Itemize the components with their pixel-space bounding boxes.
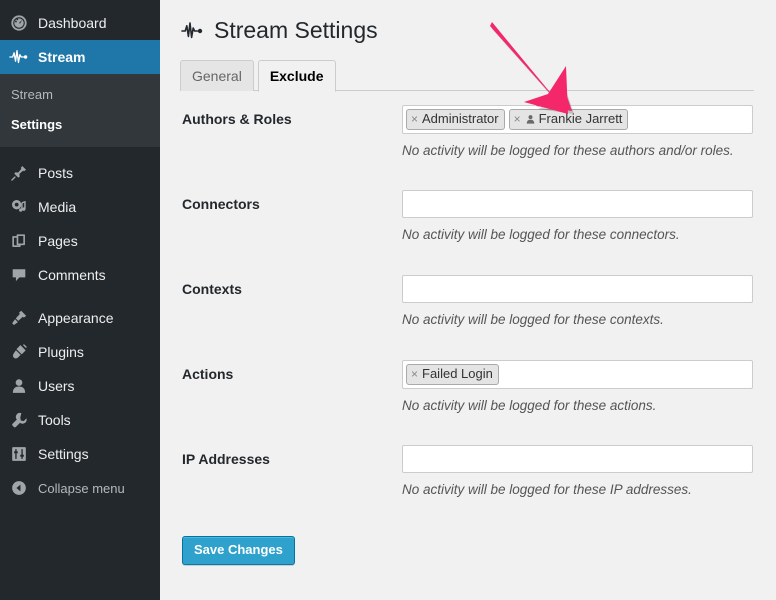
plug-icon xyxy=(9,342,29,362)
tag-remove-icon[interactable]: × xyxy=(411,113,418,125)
sidebar-item-posts[interactable]: Posts xyxy=(0,156,160,190)
sidebar-item-label: Plugins xyxy=(38,344,84,360)
sidebar-item-label: Stream xyxy=(38,49,86,65)
tag-label: Frankie Jarrett xyxy=(538,111,623,126)
stream-pulse-icon xyxy=(9,47,29,67)
actions-input[interactable]: × Failed Login xyxy=(402,360,753,389)
field-description: No activity will be logged for these aut… xyxy=(402,143,734,158)
field-label: IP Addresses xyxy=(182,451,270,467)
sidebar-item-label: Users xyxy=(38,378,75,394)
submenu-item-stream[interactable]: Stream xyxy=(0,80,160,110)
menu-separator xyxy=(0,147,160,156)
submit-row: Save Changes xyxy=(182,536,776,565)
page-title: Stream Settings xyxy=(180,16,776,45)
sidebar-item-label: Comments xyxy=(38,267,106,283)
paintbrush-icon xyxy=(9,308,29,328)
sidebar-item-users[interactable]: Users xyxy=(0,369,160,403)
tab-exclude[interactable]: Exclude xyxy=(257,60,336,92)
sidebar-item-media[interactable]: Media xyxy=(0,190,160,224)
field-description: No activity will be logged for these con… xyxy=(402,227,680,242)
exclude-form: Authors & Roles × Administrator × Franki… xyxy=(160,105,776,530)
sidebar-item-plugins[interactable]: Plugins xyxy=(0,335,160,369)
authors-and-roles-input[interactable]: × Administrator × Frankie Jarrett xyxy=(402,105,753,134)
sidebar-item-comments[interactable]: Comments xyxy=(0,258,160,292)
main-content: Stream Settings General Exclude Authors … xyxy=(160,0,776,600)
menu-separator xyxy=(0,292,160,301)
tag-frankie-jarrett[interactable]: × Frankie Jarrett xyxy=(508,109,629,130)
form-row-connectors: Connectors No activity will be logged fo… xyxy=(160,190,776,275)
contexts-input[interactable] xyxy=(402,275,753,303)
collapse-menu-button[interactable]: Collapse menu xyxy=(0,471,160,505)
field-label: Actions xyxy=(182,366,234,382)
sidebar-item-label: Dashboard xyxy=(38,15,107,31)
tag-failed-login[interactable]: × Failed Login xyxy=(406,364,499,385)
sidebar-item-pages[interactable]: Pages xyxy=(0,224,160,258)
pin-icon xyxy=(9,163,29,183)
field-label: Connectors xyxy=(182,196,260,212)
tab-general[interactable]: General xyxy=(180,60,254,91)
tag-administrator[interactable]: × Administrator xyxy=(406,109,505,130)
tag-label: Administrator xyxy=(422,111,499,126)
user-icon xyxy=(9,376,29,396)
form-row-ip-addresses: IP Addresses No activity will be logged … xyxy=(160,445,776,530)
connectors-input[interactable] xyxy=(402,190,753,218)
tag-label: Failed Login xyxy=(422,366,493,381)
admin-sidebar: Dashboard Stream Stream Settings Posts M… xyxy=(0,0,168,600)
tag-remove-icon[interactable]: × xyxy=(514,113,521,125)
field-label: Contexts xyxy=(182,281,242,297)
sidebar-item-label: Posts xyxy=(38,165,74,181)
comment-bubble-icon xyxy=(9,265,29,285)
dashboard-gauge-icon xyxy=(9,13,29,33)
ip-addresses-input[interactable] xyxy=(402,445,753,473)
sliders-icon xyxy=(9,444,29,464)
sidebar-item-settings[interactable]: Settings xyxy=(0,437,160,471)
submenu-item-settings[interactable]: Settings xyxy=(0,110,160,140)
screen: Dashboard Stream Stream Settings Posts M… xyxy=(0,0,776,600)
sidebar-item-tools[interactable]: Tools xyxy=(0,403,160,437)
sidebar-item-appearance[interactable]: Appearance xyxy=(0,301,160,335)
form-row-contexts: Contexts No activity will be logged for … xyxy=(160,275,776,360)
form-row-actions: Actions × Failed Login No activity will … xyxy=(160,360,776,445)
wrench-icon xyxy=(9,410,29,430)
collapse-menu-label: Collapse menu xyxy=(38,480,125,496)
field-description: No activity will be logged for these con… xyxy=(402,312,664,327)
sidebar-item-dashboard[interactable]: Dashboard xyxy=(0,6,160,40)
field-description: No activity will be logged for these IP … xyxy=(402,482,692,497)
save-changes-button[interactable]: Save Changes xyxy=(182,536,295,565)
collapse-arrow-icon xyxy=(9,478,29,498)
stream-pulse-icon xyxy=(180,18,206,44)
field-label: Authors & Roles xyxy=(182,111,292,127)
stream-submenu: Stream Settings xyxy=(0,74,160,147)
settings-tabs: General Exclude xyxy=(180,60,754,92)
avatar-icon xyxy=(525,114,536,125)
sidebar-item-label: Settings xyxy=(38,446,89,462)
sidebar-item-label: Tools xyxy=(38,412,71,428)
tag-remove-icon[interactable]: × xyxy=(411,368,418,380)
sidebar-item-label: Appearance xyxy=(38,310,114,326)
sidebar-item-label: Media xyxy=(38,199,77,215)
sidebar-item-stream[interactable]: Stream xyxy=(0,40,168,74)
sidebar-item-label: Pages xyxy=(38,233,78,249)
media-icon xyxy=(9,197,29,217)
form-row-authors-and-roles: Authors & Roles × Administrator × Franki… xyxy=(160,105,776,190)
pages-icon xyxy=(9,231,29,251)
page-title-text: Stream Settings xyxy=(214,17,378,43)
field-description: No activity will be logged for these act… xyxy=(402,398,657,413)
